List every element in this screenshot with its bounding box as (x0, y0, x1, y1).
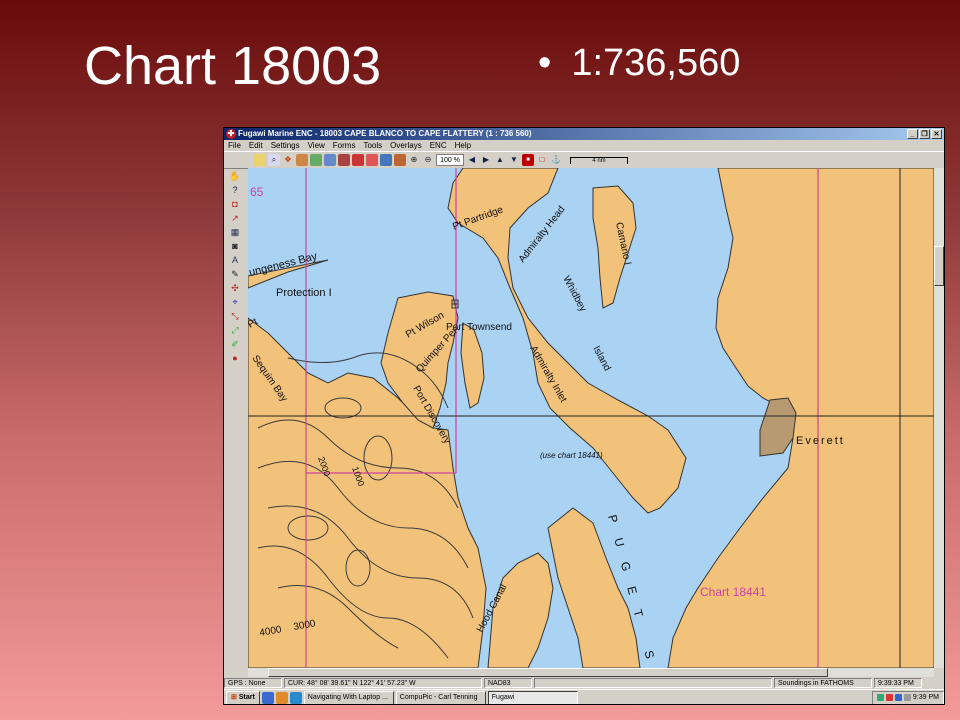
menu-overlays[interactable]: Overlays (390, 140, 422, 151)
chart-18441-label: Chart 18441 (700, 585, 766, 599)
tray-volume-icon[interactable] (903, 694, 911, 701)
datum-status: NAD83 (484, 678, 532, 688)
zoom-map-icon[interactable]: ⌕ (268, 154, 280, 166)
menu-enc[interactable]: ENC (430, 140, 447, 151)
task-navigating[interactable]: Navigating With Laptop ... (303, 690, 394, 704)
tray-clock: 9:39 PM (912, 693, 939, 701)
scale-ratio: 1:736,560 (571, 42, 741, 84)
zoom-level-select[interactable]: 100 % (436, 154, 464, 166)
quicklaunch-ie-icon[interactable] (289, 691, 302, 704)
window-titlebar[interactable]: ✚ Fugawi Marine ENC - 18003 CAPE BLANCO … (224, 128, 944, 140)
layer1-icon[interactable] (352, 154, 364, 166)
quicklaunch-firefox-icon[interactable] (275, 691, 288, 704)
menu-tools[interactable]: Tools (363, 140, 382, 151)
layer4-icon[interactable] (394, 154, 406, 166)
scale-bar: 4 nm (570, 156, 628, 164)
start-button[interactable]: ⊞ Start (226, 690, 260, 704)
protection-island-label: Protection I (276, 287, 332, 299)
text-tool-icon[interactable]: A (228, 254, 242, 266)
menu-file[interactable]: File (228, 140, 241, 151)
cursor-position: CUR: 48° 08' 39.61" N 122° 41' 57.23" W (284, 678, 482, 688)
hand-pan-icon[interactable]: ✋ (228, 170, 242, 182)
pan-cross-icon[interactable]: ✥ (282, 154, 294, 166)
use-chart-note: (use chart 18441) (540, 451, 603, 460)
arrow-left-icon[interactable]: ◀ (466, 154, 478, 166)
waypoint-tool-icon[interactable] (310, 154, 322, 166)
close-button[interactable]: ✕ (931, 129, 942, 139)
open-map-icon[interactable] (254, 154, 266, 166)
menu-bar: File Edit Settings View Forms Tools Over… (224, 140, 944, 151)
edit-tool-icon[interactable]: ✐ (228, 338, 242, 350)
gps-tool-icon[interactable]: ◘ (228, 198, 242, 210)
arrow-up-icon[interactable]: ▲ (494, 154, 506, 166)
vertical-scroll-thumb[interactable] (934, 246, 944, 286)
tray-alert-icon[interactable] (885, 694, 893, 701)
nautical-chart: 65 ungeness Bay Protection I Pt Sequim B… (248, 168, 934, 668)
help-question-icon[interactable]: ? (228, 184, 242, 196)
left-toolbar: ✋ ? ◘ ↗ ▦ ◙ A ✎ ✣ ⌖ ⤡ ⤢ ✐ ● (226, 168, 244, 390)
color-tool-icon[interactable]: ● (228, 352, 242, 364)
tray-network-icon[interactable] (876, 694, 884, 701)
windows-logo-icon: ⊞ (231, 693, 237, 701)
quicklaunch-desktop-icon[interactable] (261, 691, 274, 704)
chart-map-view[interactable]: 65 ungeness Bay Protection I Pt Sequim B… (248, 168, 934, 668)
select-tool-icon[interactable]: ⤢ (228, 324, 242, 336)
vertical-scrollbar[interactable] (934, 168, 944, 668)
layer2-icon[interactable] (366, 154, 378, 166)
start-label: Start (238, 693, 255, 701)
port-townsend-label: Port Townsend (446, 322, 512, 333)
fugawi-app-icon: ✚ (226, 129, 236, 139)
minimize-button[interactable]: _ (907, 129, 918, 139)
fugawi-window: ✚ Fugawi Marine ENC - 18003 CAPE BLANCO … (224, 128, 944, 704)
table-tool-icon[interactable]: ▦ (228, 226, 242, 238)
anchor-icon[interactable]: ⚓ (550, 154, 562, 166)
camera-icon[interactable]: ◙ (228, 240, 242, 252)
scale-bar-label: 4 nm (592, 157, 606, 164)
menu-help[interactable]: Help (455, 140, 471, 151)
task-compupic[interactable]: CompuPic - Carl Tenning (395, 690, 486, 704)
task-fugawi[interactable]: Fugawi (487, 690, 578, 704)
everett-label: Everett (796, 435, 845, 447)
status-bar: GPS : None CUR: 48° 08' 39.61" N 122° 41… (224, 678, 944, 688)
measure-tool-icon[interactable]: ✣ (228, 282, 242, 294)
slide-bullet: • 1:736,560 (538, 40, 740, 86)
menu-edit[interactable]: Edit (249, 140, 263, 151)
tray-app-icon[interactable] (894, 694, 902, 701)
menu-settings[interactable]: Settings (271, 140, 300, 151)
soundings-status: Soundings in FATHOMS (774, 678, 872, 688)
tile-number-label: 65 (250, 185, 264, 199)
chart-tool-icon[interactable] (296, 154, 308, 166)
restore-button[interactable]: ❐ (919, 129, 930, 139)
menu-forms[interactable]: Forms (333, 140, 356, 151)
track-tool-icon[interactable] (338, 154, 350, 166)
route-edit-icon[interactable]: ↗ (228, 212, 242, 224)
zoom-in-icon[interactable]: ⊕ (408, 154, 420, 166)
zoom-out-icon[interactable]: ⊖ (422, 154, 434, 166)
windows-taskbar: ⊞ Start Navigating With Laptop ... Compu… (224, 689, 944, 704)
main-toolbar: ⌕ ✥ ⊕ ⊖ 100 % ◀ ▶ ▲ ▼ ■ □ ⚓ 4 nm (224, 151, 944, 169)
bullet-icon: • (538, 42, 552, 84)
arrow-down-icon[interactable]: ▼ (508, 154, 520, 166)
layer3-icon[interactable] (380, 154, 392, 166)
gps-status: GPS : None (224, 678, 282, 688)
slide-title: Chart 18003 (84, 36, 382, 96)
horizontal-scrollbar[interactable] (248, 668, 934, 677)
status-clock: 9:39:33 PM (874, 678, 922, 688)
mark-tool-icon[interactable]: ⌖ (228, 296, 242, 308)
line-tool-icon[interactable]: ⤡ (228, 310, 242, 322)
window-title: Fugawi Marine ENC - 18003 CAPE BLANCO TO… (238, 129, 532, 138)
menu-view[interactable]: View (308, 140, 325, 151)
arrow-right-icon[interactable]: ▶ (480, 154, 492, 166)
route-tool-icon[interactable] (324, 154, 336, 166)
system-tray: 9:39 PM (871, 690, 944, 704)
enc-toggle-icon[interactable]: ■ (522, 154, 534, 166)
frame-icon[interactable]: □ (536, 154, 548, 166)
pencil-icon[interactable]: ✎ (228, 268, 242, 280)
horizontal-scroll-thumb[interactable] (268, 668, 828, 677)
